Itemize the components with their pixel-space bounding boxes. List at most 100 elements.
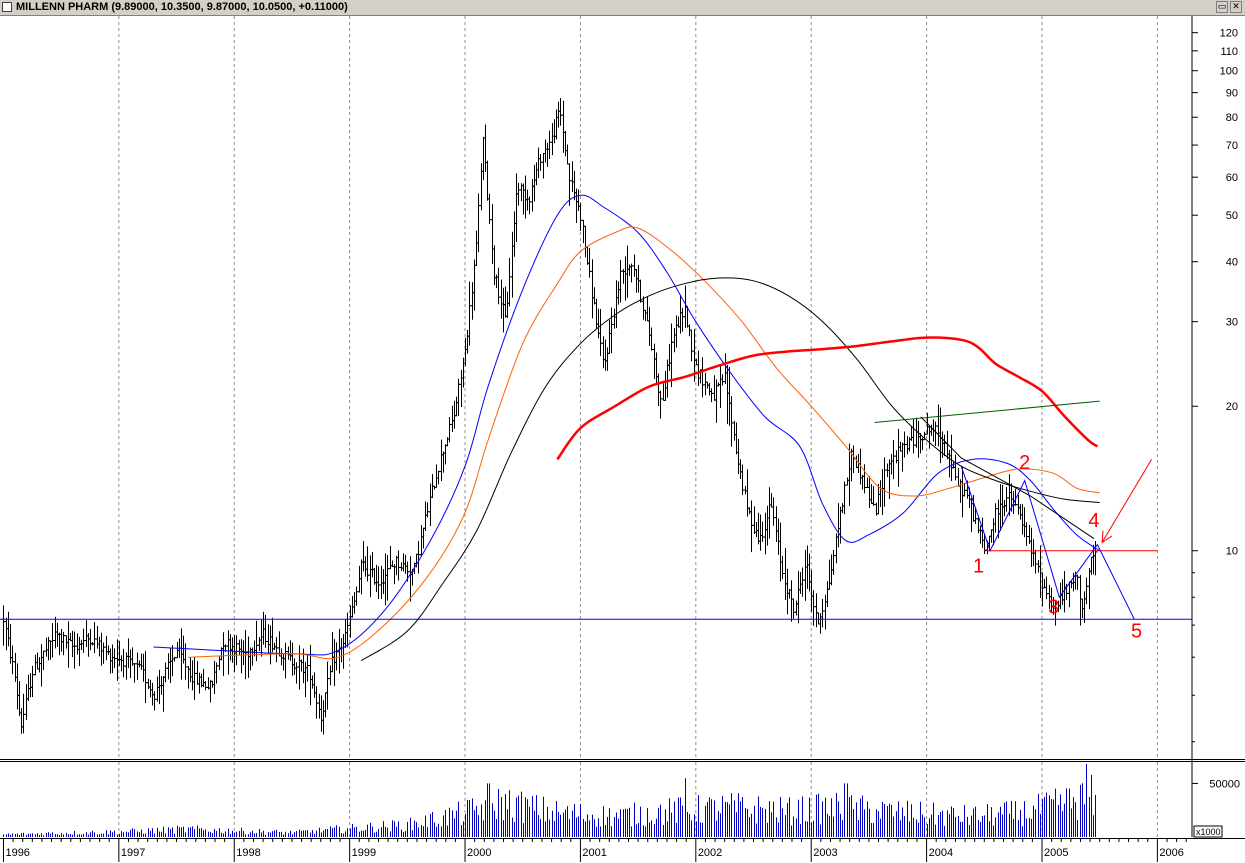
restore-button[interactable]: ▭ <box>1216 1 1228 13</box>
price-bar <box>738 459 743 479</box>
price-bar <box>188 657 193 683</box>
price-bar <box>10 645 15 675</box>
price-bar <box>778 522 783 582</box>
price-bar <box>454 396 459 417</box>
price-bar <box>328 665 333 686</box>
price-bar <box>1020 504 1025 535</box>
price-bar <box>343 618 348 648</box>
price-bar <box>583 225 588 258</box>
price-bar <box>758 514 763 551</box>
price-bar <box>290 642 295 676</box>
price-bar <box>37 657 42 673</box>
price-bar <box>547 130 552 159</box>
price-bar <box>858 448 863 485</box>
price-bar <box>720 374 725 386</box>
price-bar <box>725 365 730 425</box>
price-bar <box>818 612 823 634</box>
price-bar <box>1016 494 1021 515</box>
price-tick-label: 20 <box>1226 401 1238 413</box>
price-bar <box>803 549 808 601</box>
price-bar <box>609 307 614 354</box>
price-bar <box>785 568 790 615</box>
price-bar <box>627 264 632 276</box>
price-bar <box>678 295 683 334</box>
price-bar <box>445 437 450 447</box>
price-bar <box>341 634 346 669</box>
price-bar <box>694 358 699 366</box>
price-bar <box>117 641 122 666</box>
price-bar <box>521 183 526 215</box>
price-bar <box>423 501 428 532</box>
price-bar <box>707 382 712 396</box>
close-button[interactable]: ✕ <box>1230 1 1242 13</box>
price-bar <box>587 247 592 278</box>
price-bar <box>734 422 739 455</box>
price-bar <box>283 642 288 679</box>
price-bar <box>166 653 171 680</box>
price-bar <box>376 566 381 599</box>
price-bar <box>259 620 264 657</box>
price-bar <box>419 525 424 557</box>
price-bar <box>281 654 286 671</box>
price-bar <box>543 139 548 163</box>
price-bar <box>270 617 275 653</box>
price-bar <box>325 661 330 710</box>
price-bar <box>898 441 903 452</box>
price-bar <box>607 319 612 355</box>
price-bar <box>838 506 843 544</box>
price-bar <box>973 507 978 525</box>
price-bar <box>499 279 504 319</box>
price-bar <box>39 644 44 687</box>
price-bar <box>1029 527 1034 567</box>
price-bar <box>130 647 135 666</box>
price-bar <box>201 668 206 688</box>
price-bar <box>1084 577 1089 605</box>
price-bar <box>676 316 681 328</box>
price-bar <box>767 487 772 539</box>
price-bar <box>217 656 222 670</box>
price-bar <box>565 144 570 165</box>
price-bar <box>137 660 142 668</box>
price-bar <box>261 611 266 645</box>
wave-label-3: 3 <box>1048 596 1059 618</box>
year-label: 2006 <box>1159 847 1183 859</box>
price-bar <box>337 628 342 674</box>
title-bar[interactable]: MILLENN PHARM (9.89000, 10.3500, 9.87000… <box>0 0 1245 16</box>
year-label: 1997 <box>121 847 145 859</box>
price-tick-label: 30 <box>1226 317 1238 329</box>
window-menu-icon[interactable] <box>2 2 12 12</box>
price-bar <box>532 164 537 202</box>
price-bar <box>197 672 202 694</box>
price-bar <box>208 680 213 703</box>
price-bar <box>128 649 133 679</box>
chart-window: MILLENN PHARM (9.89000, 10.3500, 9.87000… <box>0 0 1245 863</box>
price-bar <box>24 684 29 721</box>
year-label: 1996 <box>5 847 29 859</box>
price-bar <box>257 637 262 652</box>
price-bar <box>836 503 841 548</box>
price-bar <box>527 196 532 215</box>
price-bar <box>891 439 896 480</box>
price-bar <box>30 665 35 698</box>
price-bar <box>314 686 319 719</box>
price-bar <box>492 245 497 285</box>
price-bar <box>321 700 326 735</box>
price-bar <box>909 426 914 441</box>
price-bar <box>756 512 761 545</box>
price-bar <box>505 291 510 318</box>
price-bar <box>396 550 401 581</box>
price-bar <box>472 259 477 311</box>
moving-average-orange <box>188 226 1100 660</box>
price-bar <box>97 636 102 657</box>
price-bar <box>319 695 324 732</box>
price-bar <box>989 529 994 543</box>
price-bar <box>969 497 974 533</box>
price-bar <box>206 677 211 690</box>
price-bar <box>425 502 430 518</box>
price-bar <box>345 612 350 648</box>
price-bar <box>436 470 441 485</box>
price-bar <box>947 449 952 478</box>
price-bar <box>1004 487 1009 512</box>
year-label: 1999 <box>352 847 376 859</box>
price-bar <box>510 231 515 298</box>
